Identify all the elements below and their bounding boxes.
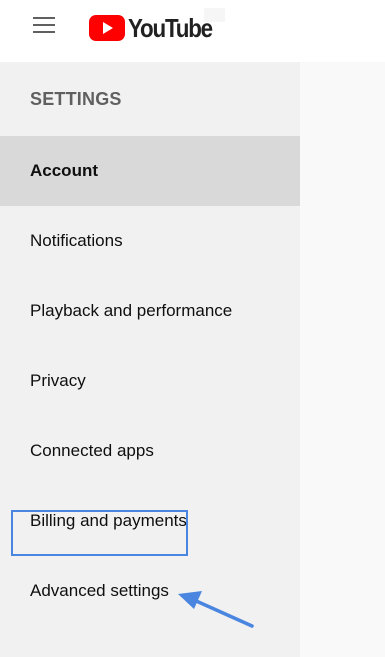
youtube-play-icon <box>89 15 125 41</box>
highlight-box <box>11 510 188 556</box>
sidebar-item-label: Account <box>30 161 98 180</box>
hamburger-menu-icon[interactable] <box>21 14 69 42</box>
sidebar-item-label: Connected apps <box>30 441 154 460</box>
settings-sidebar: SETTINGS Account Notifications Playback … <box>0 62 300 657</box>
sidebar-item-notifications[interactable]: Notifications <box>0 206 300 276</box>
main-content-area <box>300 62 385 657</box>
sidebar-item-label: Notifications <box>30 231 123 250</box>
sidebar-item-label: Privacy <box>30 371 86 390</box>
sidebar-item-label: Playback and performance <box>30 301 233 320</box>
sidebar-item-privacy[interactable]: Privacy <box>0 346 300 416</box>
pointer-arrow-icon <box>178 591 254 628</box>
country-code-badge <box>204 8 225 22</box>
sidebar-item-playback[interactable]: Playback and performance <box>0 276 300 346</box>
settings-heading: SETTINGS <box>30 89 122 109</box>
sidebar-item-label: Advanced settings <box>30 581 169 600</box>
top-header: YouTube <box>0 0 385 62</box>
logo-text: YouTube <box>128 13 213 43</box>
sidebar-item-account[interactable]: Account <box>0 136 300 206</box>
sidebar-item-connected-apps[interactable]: Connected apps <box>0 416 300 486</box>
